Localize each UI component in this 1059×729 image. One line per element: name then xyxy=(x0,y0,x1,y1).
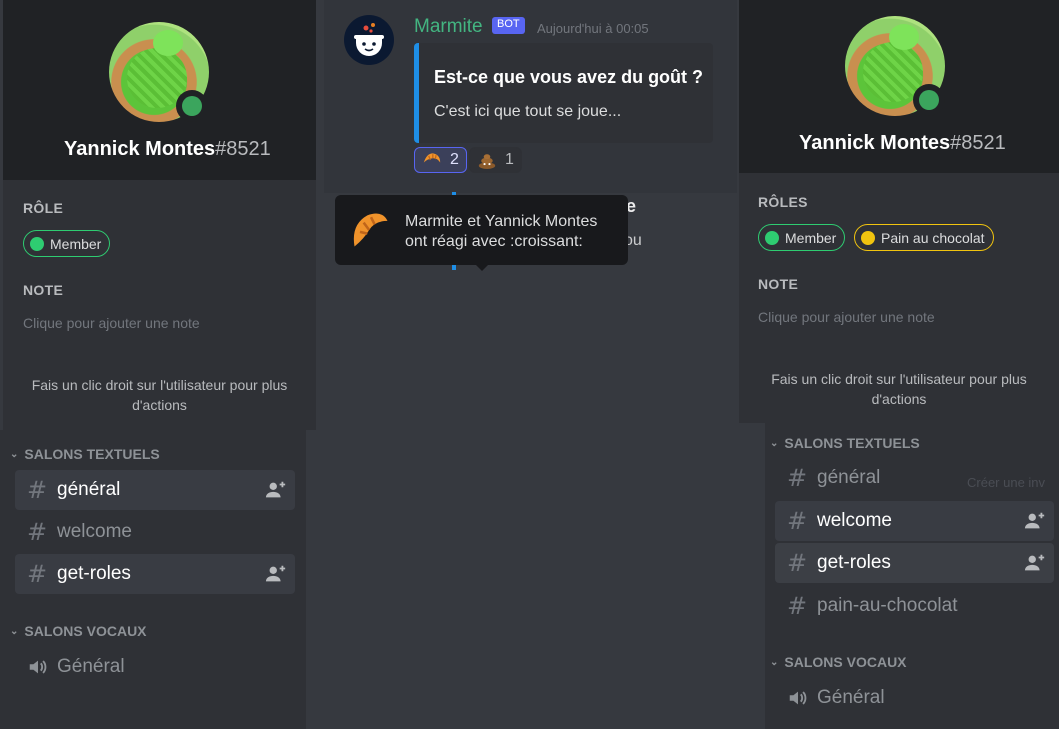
channel-get-roles[interactable]: # get-roles xyxy=(15,554,295,594)
text-channel-icon: # xyxy=(27,560,48,588)
online-status-icon xyxy=(919,90,939,110)
profile-hint: Fais un clic droit sur l'utilisateur pou… xyxy=(31,377,288,413)
left-channel-list: ⌄ SALONS TEXTUELS # général # welcome # get-… xyxy=(0,430,306,729)
message-row: Marmite BOT Aujourd'hui à 00:05 Est-ce q… xyxy=(324,0,737,193)
role-color-dot xyxy=(861,230,875,245)
chevron-down-icon: ⌄ xyxy=(10,448,19,460)
role-pill-member[interactable]: Member xyxy=(758,224,846,251)
text-channel-icon: # xyxy=(27,476,48,504)
voice-channel-general[interactable]: Général xyxy=(15,647,295,687)
channel-welcome[interactable]: # welcome xyxy=(15,512,295,552)
text-channel-icon: # xyxy=(27,518,48,546)
status-indicator xyxy=(176,90,208,122)
category-text-channels[interactable]: ⌄ SALONS TEXTUELS xyxy=(10,446,160,462)
text-channel-icon: # xyxy=(787,464,808,492)
reaction-croissant[interactable]: 2 xyxy=(414,147,467,173)
category-text-channels[interactable]: ⌄ SALONS TEXTUELS xyxy=(770,435,920,451)
cauldron-icon xyxy=(354,23,384,56)
add-member-icon[interactable] xyxy=(1024,510,1046,532)
speaker-icon xyxy=(27,656,57,678)
speaker-icon xyxy=(787,687,817,709)
embed-description: C'est ici que tout se joue... xyxy=(434,103,622,120)
role-section-title: RÔLES xyxy=(758,194,808,210)
chevron-down-icon: ⌄ xyxy=(10,625,19,637)
message-timestamp: Aujourd'hui à 00:05 xyxy=(537,21,649,36)
note-input[interactable]: Clique pour ajouter une note xyxy=(23,315,200,331)
role-pill-pain-au-chocolat[interactable]: Pain au chocolat xyxy=(854,224,994,251)
role-color-dot xyxy=(765,230,779,245)
croissant-icon xyxy=(349,209,393,255)
voice-channel-general[interactable]: Général xyxy=(775,678,1054,718)
channel-pain-au-chocolat[interactable]: # pain-au-chocolat xyxy=(775,586,1054,626)
reaction-poop[interactable]: 1 xyxy=(469,147,522,173)
role-section-title: RÔLE xyxy=(23,200,64,216)
add-member-icon[interactable] xyxy=(265,563,287,585)
chevron-down-icon: ⌄ xyxy=(770,656,779,668)
category-voice-channels[interactable]: ⌄ SALONS VOCAUX xyxy=(10,623,147,639)
text-channel-icon: # xyxy=(787,507,808,535)
role-color-dot xyxy=(30,236,44,251)
channel-general[interactable]: # général xyxy=(15,470,295,510)
bot-tag: BOT xyxy=(492,17,525,34)
category-voice-channels[interactable]: ⌄ SALONS VOCAUX xyxy=(770,654,907,670)
tooltip-text: Marmite et Yannick Montes ont réagi avec… xyxy=(405,213,598,250)
note-section-title: NOTE xyxy=(23,282,64,298)
profile-username[interactable]: Yannick Montes#8521 xyxy=(64,138,271,161)
profile-hint: Fais un clic droit sur l'utilisateur pou… xyxy=(771,371,1027,407)
add-member-icon[interactable] xyxy=(1024,552,1046,574)
channel-general[interactable]: # général xyxy=(775,458,1054,498)
reaction-tooltip: Marmite et Yannick Montes ont réagi avec… xyxy=(335,195,628,271)
channel-get-roles[interactable]: # get-roles xyxy=(775,543,1054,583)
locked-channel-icon: # xyxy=(787,592,808,620)
embed-title: Est-ce que vous avez du goût ? xyxy=(434,67,704,87)
note-input[interactable]: Clique pour ajouter une note xyxy=(758,309,935,325)
role-pill-member[interactable]: Member xyxy=(23,230,111,257)
message-author[interactable]: Marmite xyxy=(414,16,483,38)
chevron-down-icon: ⌄ xyxy=(770,437,779,449)
message-embed: Est-ce que vous avez du goût ? C'est ici… xyxy=(414,43,713,143)
bot-avatar[interactable] xyxy=(344,15,394,65)
text-channel-icon: # xyxy=(787,549,808,577)
add-member-icon[interactable] xyxy=(265,479,287,501)
online-status-icon xyxy=(182,96,202,116)
croissant-icon xyxy=(422,151,442,169)
note-section-title: NOTE xyxy=(758,276,799,292)
right-channel-list: Créer une inv ⌄ SALONS TEXTUELS # général … xyxy=(765,423,1059,729)
right-profile-card: Yannick Montes#8521 RÔLES Member Pain au… xyxy=(739,0,1059,423)
left-profile-card: Yannick Montes#8521 RÔLE Member NOTE Cli… xyxy=(3,0,316,430)
channel-welcome[interactable]: # welcome xyxy=(775,501,1054,541)
profile-username[interactable]: Yannick Montes#8521 xyxy=(799,132,1006,155)
poop-icon xyxy=(477,151,497,169)
status-indicator xyxy=(913,84,945,116)
